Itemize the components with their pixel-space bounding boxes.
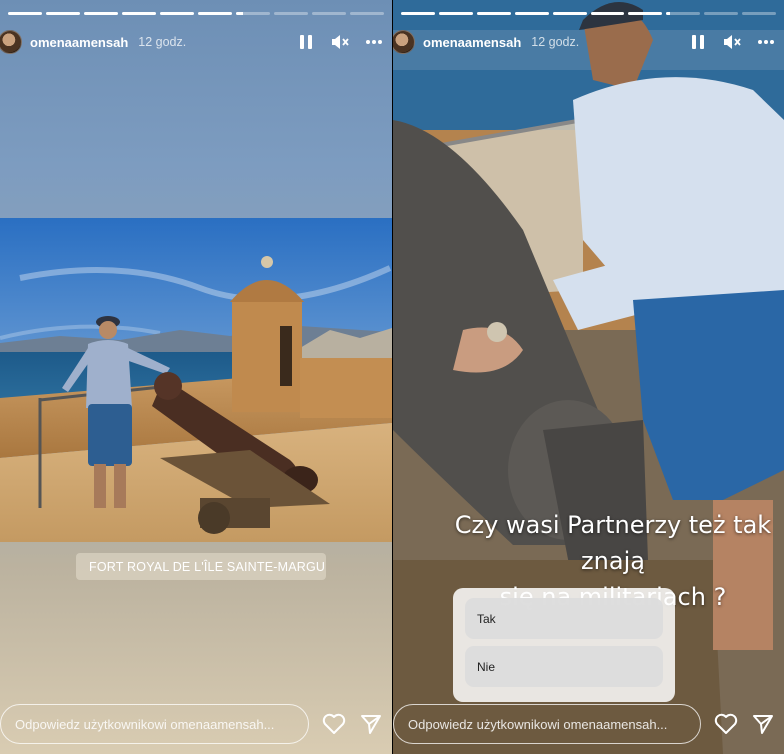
reply-input[interactable] bbox=[393, 704, 702, 744]
poll-option-nie[interactable]: Nie bbox=[465, 646, 663, 687]
fort-photo-illustration bbox=[0, 218, 392, 542]
story-photo-fort-cannon bbox=[0, 218, 392, 542]
poll-sticker: Tak Nie bbox=[453, 588, 675, 702]
progress-segment bbox=[552, 12, 587, 15]
story-footer bbox=[0, 704, 392, 744]
username[interactable]: omenaamensah bbox=[30, 35, 128, 50]
avatar[interactable] bbox=[0, 30, 22, 54]
progress-segment bbox=[742, 12, 777, 15]
progress-segment bbox=[122, 12, 156, 15]
heart-icon[interactable] bbox=[713, 711, 738, 737]
progress-segment bbox=[628, 12, 663, 15]
story-header: omenaamensah 12 godz. bbox=[0, 26, 392, 58]
post-time: 12 godz. bbox=[531, 35, 580, 49]
pause-icon[interactable] bbox=[688, 32, 708, 52]
progress-segment bbox=[590, 12, 625, 15]
story-footer bbox=[393, 704, 784, 744]
more-icon[interactable] bbox=[756, 32, 776, 52]
progress-segment bbox=[350, 12, 384, 15]
progress-segment bbox=[476, 12, 511, 15]
location-label: FORT ROYAL DE L'ÎLE SAINTE-MARGUERI... bbox=[89, 559, 326, 574]
progress-segment bbox=[514, 12, 549, 15]
question-line: Czy wasi Partnerzy też tak znają bbox=[454, 511, 772, 575]
progress-segment bbox=[8, 12, 42, 15]
send-icon[interactable] bbox=[359, 711, 384, 737]
progress-segment bbox=[274, 12, 308, 15]
progress-segment bbox=[438, 12, 473, 15]
send-icon[interactable] bbox=[751, 711, 776, 737]
post-time: 12 godz. bbox=[138, 35, 187, 49]
story-panel-left[interactable]: omenaamensah 12 godz. FORT ROYAL DE L'ÎL… bbox=[0, 0, 392, 754]
story-header: omenaamensah 12 godz. bbox=[393, 26, 784, 58]
location-sticker[interactable]: FORT ROYAL DE L'ÎLE SAINTE-MARGUERI... bbox=[76, 553, 326, 580]
heart-icon[interactable] bbox=[321, 711, 346, 737]
progress-segment bbox=[160, 12, 194, 15]
story-panel-right[interactable]: omenaamensah 12 godz. Czy wasi Partnerzy… bbox=[393, 0, 784, 754]
poll-option-tak[interactable]: Tak bbox=[465, 598, 663, 639]
more-icon[interactable] bbox=[364, 32, 384, 52]
progress-segment bbox=[198, 12, 232, 15]
reply-input[interactable] bbox=[0, 704, 310, 744]
progress-segment bbox=[84, 12, 118, 15]
progress-segment bbox=[46, 12, 80, 15]
progress-segment bbox=[236, 12, 270, 15]
pause-icon[interactable] bbox=[296, 32, 316, 52]
progress-segment bbox=[401, 12, 435, 15]
progress-segment bbox=[704, 12, 739, 15]
progress-segment bbox=[312, 12, 346, 15]
mute-icon[interactable] bbox=[722, 32, 742, 52]
username[interactable]: omenaamensah bbox=[423, 35, 521, 50]
progress-segment bbox=[666, 12, 701, 15]
story-progress bbox=[8, 12, 384, 15]
mute-icon[interactable] bbox=[330, 32, 350, 52]
story-progress bbox=[401, 12, 777, 15]
avatar[interactable] bbox=[393, 30, 415, 54]
